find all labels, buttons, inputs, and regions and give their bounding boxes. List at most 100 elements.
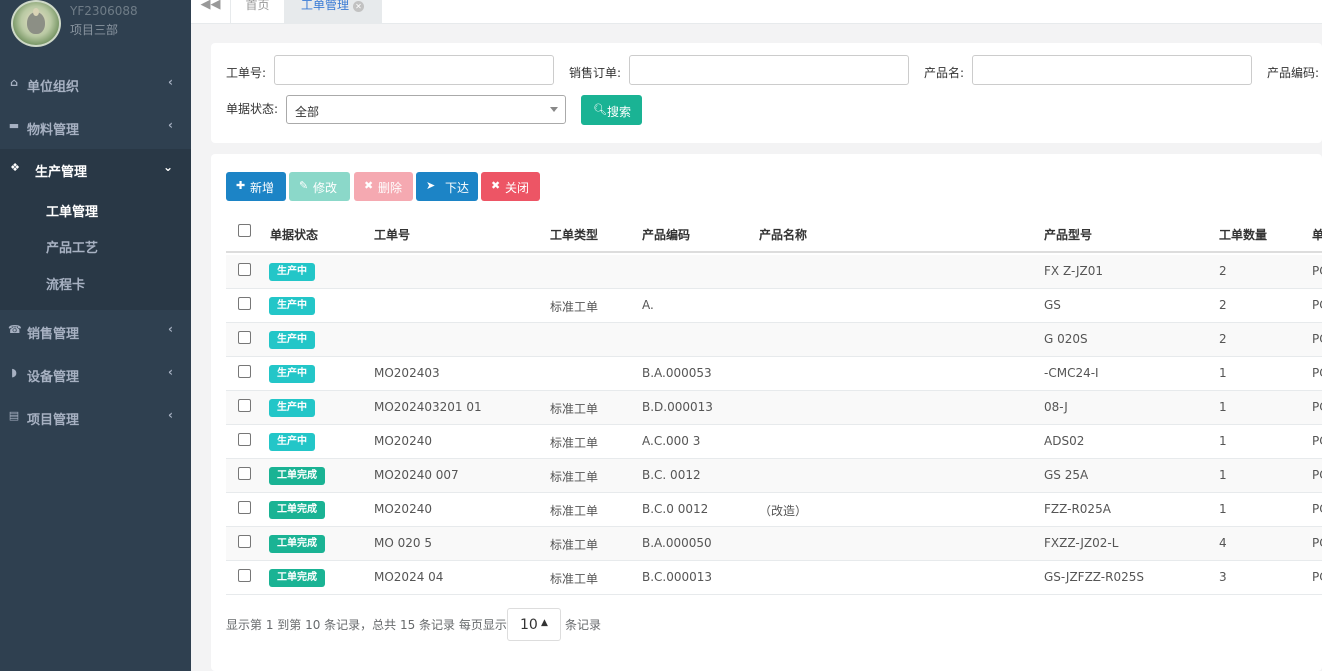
row-checkbox[interactable] (238, 501, 251, 514)
sidebar-item-material[interactable]: ▬ 物料管理 ‹ (0, 107, 191, 147)
sales-order-input[interactable] (629, 55, 909, 85)
chevron-left-icon: ‹ (168, 408, 173, 422)
sidebar-item-equipment[interactable]: ◗ 设备管理 ‹ (0, 354, 191, 394)
status-badge: 工单完成 (269, 501, 325, 519)
order-no-input[interactable] (274, 55, 554, 85)
row-checkbox[interactable] (238, 399, 251, 412)
sidebar: YF2306088 项目三部 ⌂ 单位组织 ‹ ▬ 物料管理 ‹ ❖ 生产管理 … (0, 0, 191, 671)
cell-code: B.A.000050 (642, 536, 712, 550)
sidebar-item-sales[interactable]: ☎ 销售管理 ‹ (0, 311, 191, 351)
page-size-value: 10 (520, 617, 538, 633)
doc-status-label: 单据状态: (226, 102, 279, 116)
send-icon: ➤ (426, 179, 436, 192)
table-row[interactable]: 生产中 标准工单 A. GS 2 PC (226, 289, 1322, 323)
pagination-summary: 显示第 1 到第 10 条记录，总共 15 条记录 每页显示 (226, 618, 507, 632)
table-row[interactable]: 生产中 MO202403 B.A.000053 -CMC24-I 1 PC (226, 357, 1322, 391)
cell-model: -CMC24-I (1044, 366, 1099, 380)
cell-model: 08-J (1044, 400, 1068, 414)
cell-code: B.C. 0012 (642, 468, 701, 482)
chevron-down-icon: ⌄ (162, 160, 173, 174)
folder-icon: ▬ (8, 119, 20, 132)
cell-order-no: MO202403201 01 (374, 400, 482, 414)
sidebar-item-process-card[interactable]: 流程卡 (46, 274, 85, 293)
column-header-unit[interactable]: 单 (1312, 226, 1322, 243)
doc-status-value: 全部 (295, 105, 320, 119)
edit-button-label: 修改 (313, 181, 338, 195)
cell-model: FXZZ-JZ02-L (1044, 536, 1119, 550)
search-button-label: 搜索 (607, 105, 632, 119)
status-badge: 生产中 (269, 399, 315, 417)
status-badge: 工单完成 (269, 569, 325, 587)
table-row[interactable]: 生产中 G 020S 2 PC (226, 323, 1322, 357)
column-header-type[interactable]: 工单类型 (550, 226, 598, 243)
cell-qty: 3 (1219, 570, 1227, 584)
cell-type: 标准工单 (550, 504, 599, 518)
table-row[interactable]: 工单完成 MO20240 标准工单 B.C.0 0012 （改造） FZZ-R025A 1 P… (226, 493, 1322, 527)
row-checkbox[interactable] (238, 467, 251, 480)
row-checkbox[interactable] (238, 365, 251, 378)
sidebar-item-production[interactable]: ❖ 生产管理 ⌄ (0, 149, 191, 190)
column-header-order-no[interactable]: 工单号 (374, 226, 410, 243)
row-checkbox[interactable] (238, 535, 251, 548)
status-badge: 生产中 (269, 331, 315, 349)
pagination-suffix: 条记录 (565, 618, 602, 632)
edit-button[interactable]: ✎ 修改 (289, 172, 350, 201)
cell-unit: PC (1312, 298, 1322, 312)
issue-button-label: 下达 (445, 181, 470, 195)
search-form: 工单号: 销售订单: 产品名: 产品编码: 单据状态: 全部 🔍︎ 搜索 (211, 43, 1322, 143)
close-button-label: 关闭 (505, 181, 530, 195)
close-button[interactable]: ✖ 关闭 (481, 172, 540, 201)
table-row[interactable]: 工单完成 MO20240 007 标准工单 B.C. 0012 GS 25A 1 PC (226, 459, 1322, 493)
sidebar-item-product-process[interactable]: 产品工艺 (46, 237, 98, 256)
row-checkbox[interactable] (238, 433, 251, 446)
cell-type: 标准工单 (550, 300, 599, 314)
cell-unit: PC (1312, 536, 1322, 550)
column-header-qty[interactable]: 工单数量 (1219, 226, 1267, 243)
row-checkbox[interactable] (238, 331, 251, 344)
search-button[interactable]: 🔍︎ 搜索 (581, 95, 642, 125)
row-checkbox[interactable] (238, 569, 251, 582)
delete-button-label: 删除 (378, 181, 403, 195)
avatar[interactable] (11, 0, 61, 47)
add-button[interactable]: ✚ 新增 (226, 172, 286, 201)
collapse-sidebar-button[interactable]: ◀◀ (191, 0, 231, 24)
cell-type: 标准工单 (550, 402, 599, 416)
table-row[interactable]: 生产中 MO20240 标准工单 A.C.000 3 ADS02 1 PC (226, 425, 1322, 459)
product-name-input[interactable] (972, 55, 1252, 85)
close-icon[interactable]: ✕ (353, 1, 365, 12)
cell-qty: 1 (1219, 400, 1227, 414)
column-header-name[interactable]: 产品名称 (759, 226, 807, 243)
user-profile[interactable]: YF2306088 项目三部 (0, 0, 191, 50)
tab-work-orders[interactable]: 工单管理 ✕ (285, 0, 382, 24)
sidebar-item-label: 生产管理 (35, 165, 88, 180)
tab-label: 工单管理 (301, 0, 350, 12)
column-header-model[interactable]: 产品型号 (1044, 226, 1092, 243)
issue-button[interactable]: ➤ 下达 (416, 172, 478, 201)
row-checkbox[interactable] (238, 297, 251, 310)
status-badge: 生产中 (269, 365, 315, 383)
doc-status-select[interactable]: 全部 (286, 95, 566, 124)
table-header: 单据状态 工单号 工单类型 产品编码 产品名称 产品型号 工单数量 单 (226, 216, 1322, 253)
status-badge: 生产中 (269, 263, 315, 281)
delete-button[interactable]: ✖ 删除 (354, 172, 413, 201)
column-header-code[interactable]: 产品编码 (642, 226, 690, 243)
page-size-dropdown[interactable]: 10 ▲ (507, 608, 561, 641)
sidebar-item-org[interactable]: ⌂ 单位组织 ‹ (0, 64, 191, 104)
sidebar-item-work-orders[interactable]: 工单管理 (46, 201, 98, 220)
close-icon: ✖ (491, 179, 501, 192)
cell-unit: PC (1312, 434, 1322, 448)
table-row[interactable]: 生产中 MO202403201 01 标准工单 B.D.000013 08-J 1 PC (226, 391, 1322, 425)
column-header-status[interactable]: 单据状态 (270, 226, 318, 243)
cell-model: ADS02 (1044, 434, 1085, 448)
table-row[interactable]: 工单完成 MO2024 04 标准工单 B.C.000013 GS-JZFZZ-R025… (226, 561, 1322, 595)
table-row[interactable]: 工单完成 MO 020 5 标准工单 B.A.000050 FXZZ-JZ02-L 4 PC (226, 527, 1322, 561)
sidebar-item-project[interactable]: ▤ 项目管理 ‹ (0, 397, 191, 437)
cell-order-no: MO20240 (374, 502, 432, 516)
caret-down-icon (550, 107, 558, 112)
row-checkbox[interactable] (238, 263, 251, 276)
product-name-label: 产品名: (924, 66, 965, 80)
cell-unit: PC (1312, 570, 1322, 584)
tab-home[interactable]: 首页 (231, 0, 285, 24)
table-row[interactable]: 生产中 FX Z-JZ01 2 PC (226, 255, 1322, 289)
select-all-checkbox[interactable] (238, 224, 251, 237)
